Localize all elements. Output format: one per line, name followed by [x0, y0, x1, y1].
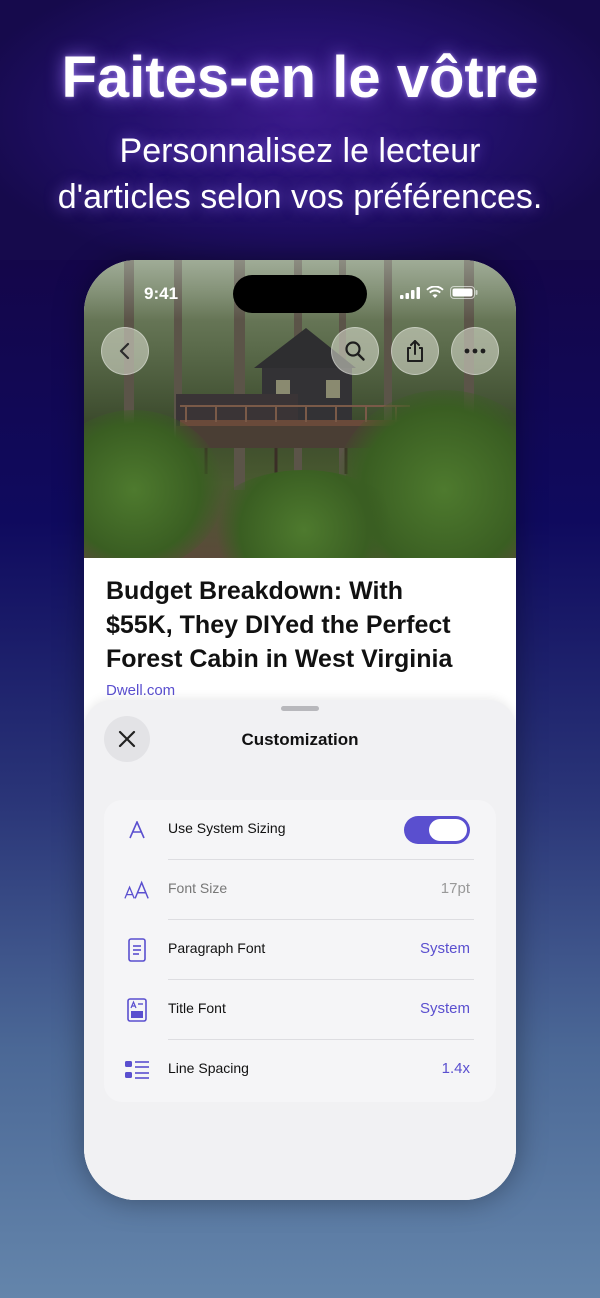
sheet-grabber[interactable] — [281, 706, 319, 711]
row-label: Font Size — [168, 880, 228, 896]
row-title-font[interactable]: Title Font System — [104, 980, 496, 1040]
share-button[interactable] — [391, 327, 439, 375]
share-icon — [407, 340, 423, 362]
promo-subline: Personnalisez le lecteur d'articles selo… — [0, 128, 600, 220]
line-spacing-icon — [124, 1058, 150, 1082]
row-label: Paragraph Font — [168, 940, 266, 956]
sheet-title: Customization — [241, 730, 359, 749]
dynamic-island — [233, 275, 367, 313]
row-font-size[interactable]: Font Size 17pt — [104, 860, 496, 920]
font-size-value: 17pt — [440, 880, 470, 897]
signal-icon — [400, 286, 420, 299]
row-label: Line Spacing — [168, 1060, 249, 1076]
row-label: Use System Sizing — [168, 820, 286, 836]
system-sizing-toggle[interactable] — [404, 816, 470, 844]
promo-headline: Faites-en le vôtre — [61, 45, 539, 110]
chevron-left-icon — [119, 342, 130, 360]
search-icon — [345, 341, 365, 361]
status-icons — [400, 286, 478, 299]
settings-card: Use System Sizing Font Size 17pt Paragra… — [104, 800, 496, 1102]
promo-subline-line2: d'articles selon vos préférences. — [57, 178, 543, 216]
wifi-icon — [426, 286, 444, 298]
more-icon — [464, 348, 486, 354]
article-source-link[interactable]: Dwell.com — [106, 682, 175, 699]
back-button[interactable] — [101, 327, 149, 375]
font-size-icon — [124, 878, 150, 902]
row-label: Title Font — [168, 1000, 226, 1016]
more-button[interactable] — [451, 327, 499, 375]
toggle-knob — [429, 819, 467, 841]
row-line-spacing[interactable]: Line Spacing 1.4x — [104, 1040, 496, 1100]
customization-sheet: Customization Use System Sizing Font Siz… — [84, 700, 516, 1200]
search-button[interactable] — [331, 327, 379, 375]
row-paragraph-font[interactable]: Paragraph Font System — [104, 920, 496, 980]
article-title-line1: Budget Breakdown: With — [106, 577, 403, 605]
article-title-line3: Forest Cabin in West Virginia — [106, 645, 453, 673]
paragraph-icon — [124, 938, 150, 962]
title-font-value[interactable]: System — [420, 1000, 470, 1017]
phone-frame: 9:41 Budget Breakdown: With $55K, They D… — [84, 260, 516, 1200]
promo-subline-line1: Personnalisez le lecteur — [119, 132, 481, 170]
article-title: Budget Breakdown: With $55K, They DIYed … — [106, 574, 506, 676]
row-use-system-sizing[interactable]: Use System Sizing — [104, 800, 496, 860]
line-spacing-value[interactable]: 1.4x — [442, 1060, 470, 1077]
title-font-icon — [124, 998, 150, 1022]
article-title-line2: $55K, They DIYed the Perfect — [106, 611, 451, 639]
letter-a-icon — [124, 818, 150, 842]
paragraph-font-value[interactable]: System — [420, 940, 470, 957]
status-time: 9:41 — [144, 284, 179, 303]
battery-icon — [450, 286, 478, 299]
